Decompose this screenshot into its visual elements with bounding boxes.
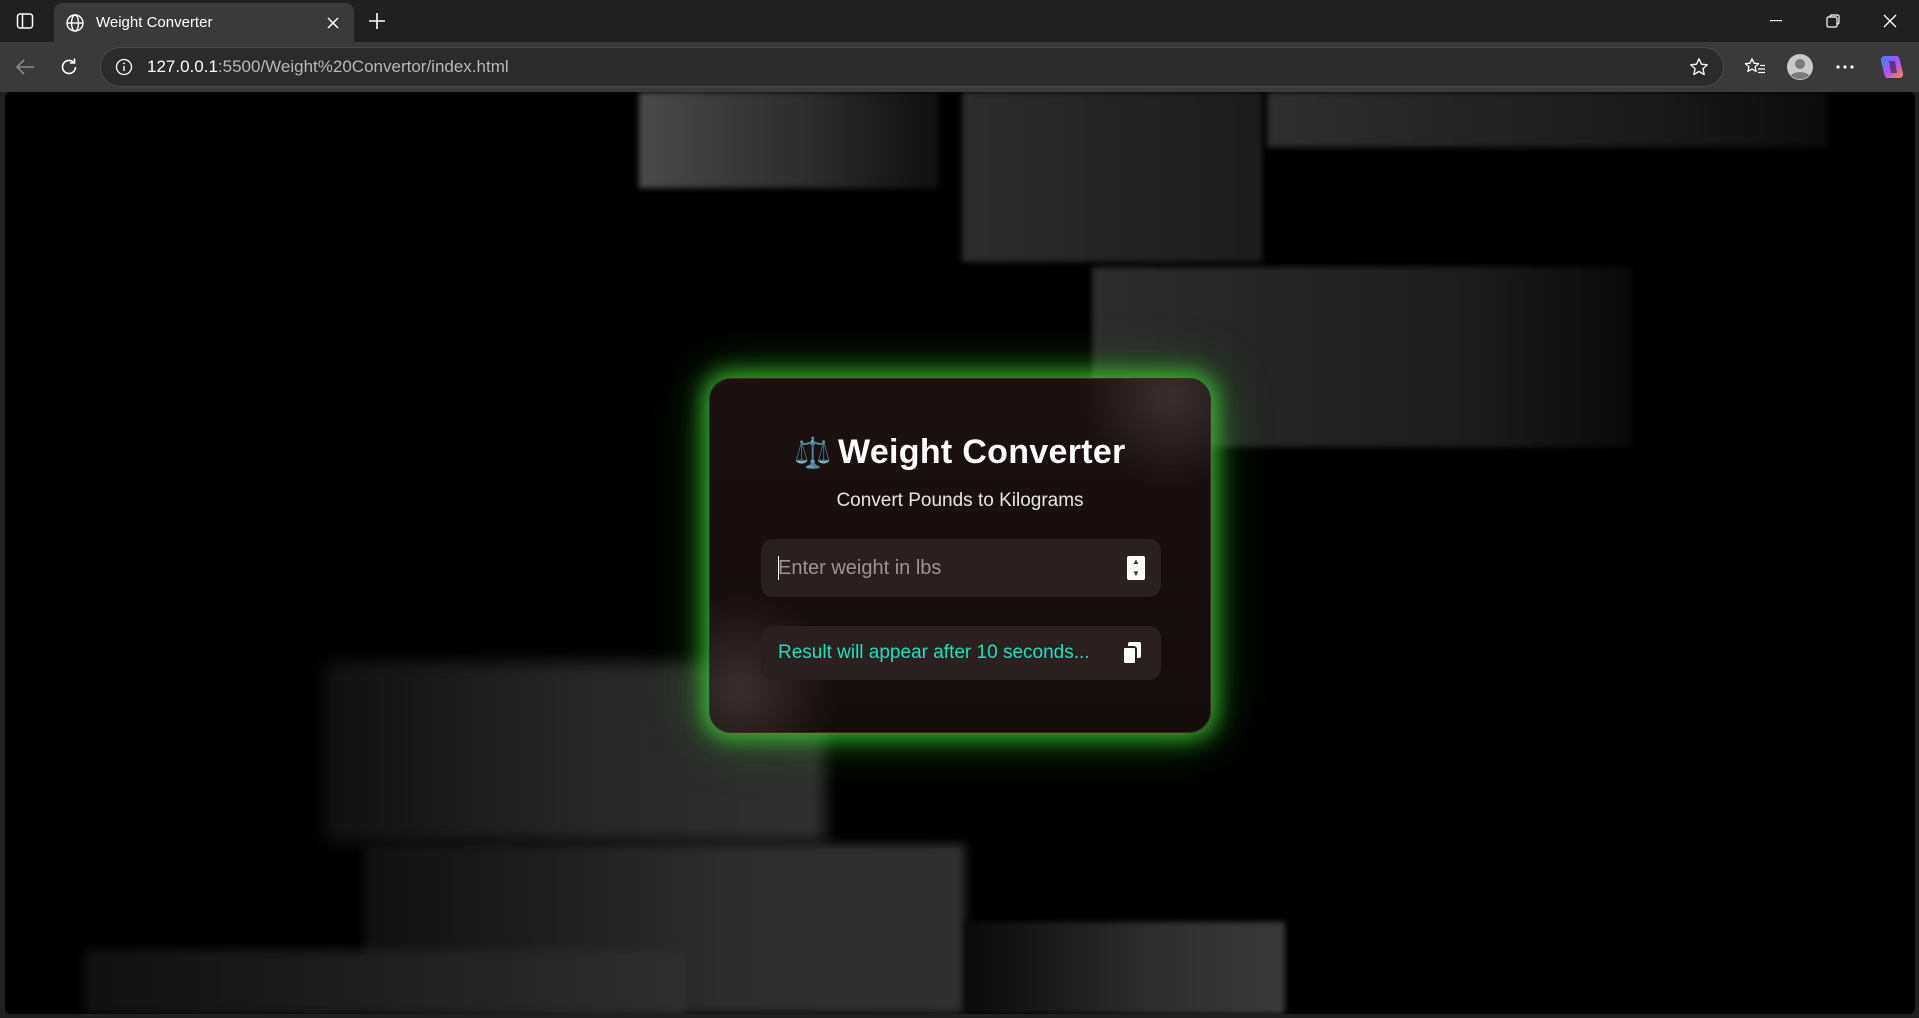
balance-scale-icon: ⚖️ [794, 437, 833, 470]
url-path: :5500/Weight%20Convertor/index.html [217, 57, 509, 76]
favorites-icon[interactable] [1737, 50, 1773, 84]
info-icon[interactable] [113, 56, 135, 78]
background-block [965, 922, 1285, 1014]
page-title: ⚖️ Weight Converter [710, 433, 1210, 472]
result-box: Result will appear after 10 seconds... [761, 626, 1161, 680]
spinner-up-icon[interactable]: ▲ [1132, 558, 1140, 566]
converter-card: ⚖️ Weight Converter Convert Pounds to Kil… [709, 378, 1211, 733]
url-host: 127.0.0.1 [147, 57, 218, 76]
text-caret [778, 556, 779, 580]
back-icon[interactable] [7, 50, 43, 84]
reload-icon[interactable] [51, 50, 87, 84]
plus-icon[interactable] [362, 6, 392, 36]
page-viewport: ⚖️ Weight Converter Convert Pounds to Kil… [5, 92, 1915, 1014]
spinner-down-icon[interactable]: ▼ [1132, 570, 1140, 578]
profile-icon[interactable] [1782, 50, 1818, 84]
background-block [962, 92, 1262, 262]
tab-title: Weight Converter [96, 14, 213, 31]
close-window-icon[interactable] [1862, 0, 1918, 42]
browser-toolbar: 127.0.0.1:5500/Weight%20Convertor/index.… [0, 42, 1919, 92]
tab-actions-icon[interactable] [10, 8, 40, 34]
minimize-icon[interactable] [1748, 0, 1804, 42]
title-bar: Weight Converter [0, 0, 1919, 42]
browser-tab[interactable]: Weight Converter [54, 3, 354, 42]
more-icon[interactable] [1827, 50, 1863, 84]
subtitle: Convert Pounds to Kilograms [836, 490, 1084, 511]
close-icon[interactable] [318, 8, 348, 38]
background-block [1267, 92, 1827, 147]
globe-icon [64, 12, 86, 34]
result-text: Result will appear after 10 seconds... [778, 642, 1090, 663]
copy-icon[interactable] [1119, 639, 1145, 667]
url-text: 127.0.0.1:5500/Weight%20Convertor/index.… [147, 57, 1681, 77]
background-block [85, 950, 685, 1014]
number-spinner[interactable]: ▲ ▼ [1127, 556, 1145, 580]
weight-input[interactable] [761, 556, 1127, 580]
background-block [639, 92, 939, 188]
restore-icon[interactable] [1805, 0, 1861, 42]
copilot-icon[interactable] [1874, 50, 1910, 84]
title-text: Weight Converter [838, 433, 1126, 471]
address-bar[interactable]: 127.0.0.1:5500/Weight%20Convertor/index.… [100, 47, 1724, 87]
star-icon[interactable] [1681, 49, 1717, 85]
weight-input-wrapper: ▲ ▼ [761, 539, 1161, 597]
